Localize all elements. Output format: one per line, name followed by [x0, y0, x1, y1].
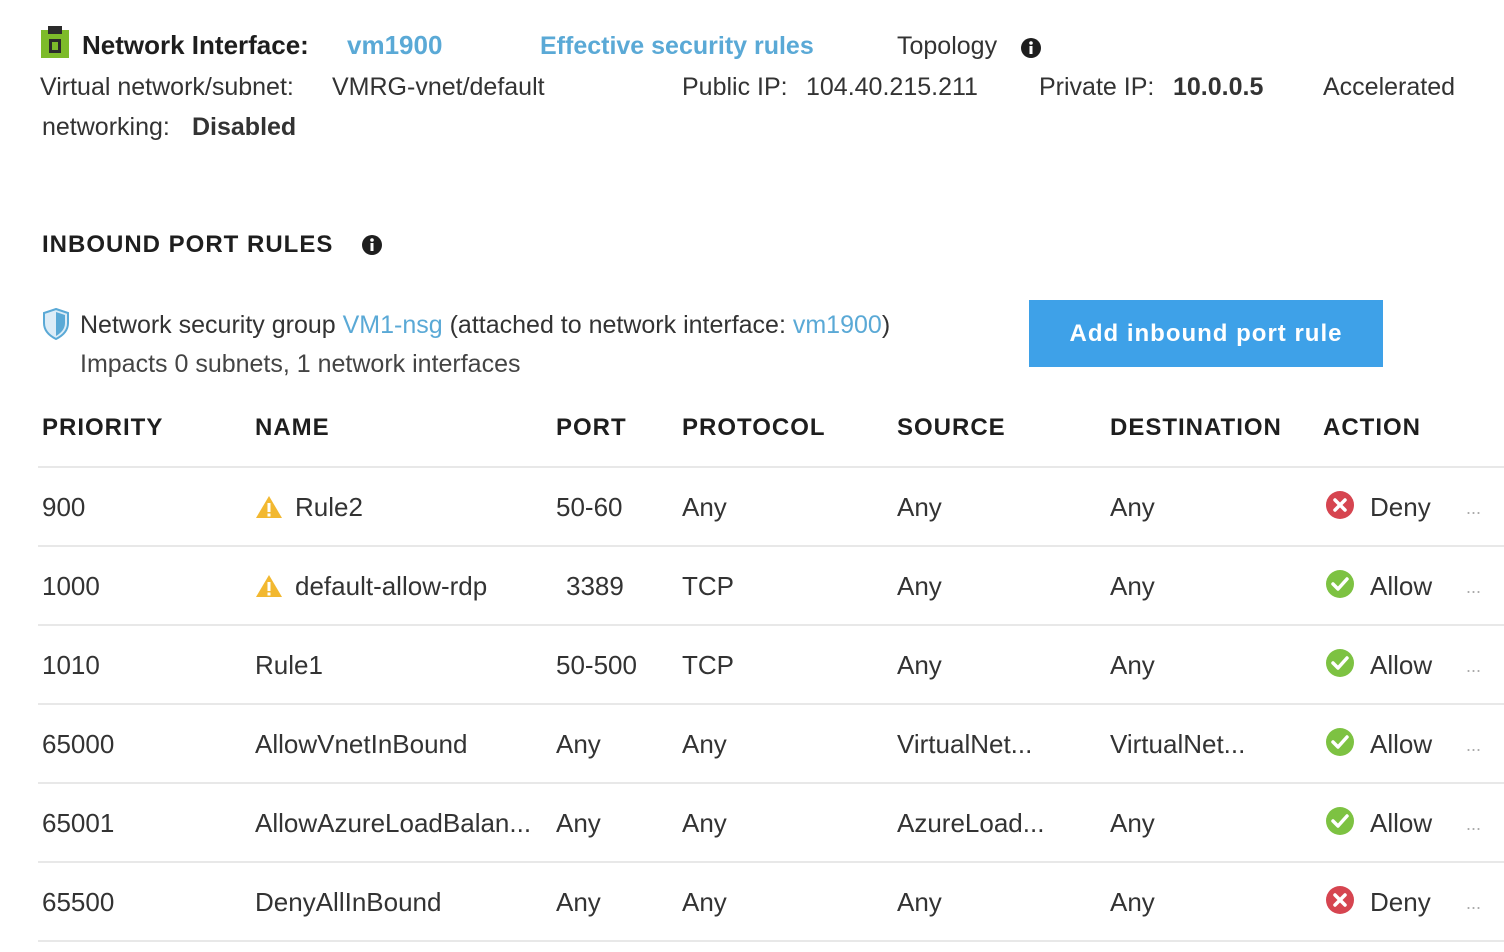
cell-port: 50-60	[556, 492, 623, 522]
cell-source: VirtualNet...	[897, 729, 1033, 759]
cell-priority: 65500	[42, 887, 115, 917]
cell-name: DenyAllInBound	[255, 887, 442, 917]
cell-protocol: Any	[682, 492, 727, 522]
ellipsis-icon[interactable]: ...	[1466, 893, 1481, 914]
vnet-label: Virtual network/subnet:	[40, 73, 294, 101]
private-ip-value: 10.0.0.5	[1173, 73, 1264, 101]
nsg-nic-link[interactable]: vm1900	[793, 311, 882, 339]
cell-port: Any	[556, 729, 601, 759]
column-header-source: SOURCE	[897, 414, 1006, 441]
nsg-link[interactable]: VM1-nsg	[343, 311, 443, 339]
cell-port: Any	[556, 808, 601, 838]
section-title: INBOUND PORT RULES	[42, 231, 334, 258]
x-circle-icon	[1326, 886, 1354, 914]
check-circle-icon	[1326, 649, 1354, 677]
vm-name-link[interactable]: vm1900	[347, 30, 442, 61]
cell-protocol: TCP	[682, 571, 734, 601]
cell-protocol: Any	[682, 808, 727, 838]
ellipsis-icon[interactable]: ...	[1466, 498, 1481, 519]
network-interface-icon	[41, 26, 69, 58]
cell-name: AllowVnetInBound	[255, 729, 468, 759]
warning-icon	[256, 496, 282, 518]
cell-priority: 65001	[42, 808, 115, 838]
cell-priority: 1000	[42, 571, 100, 601]
cell-protocol: Any	[682, 729, 727, 759]
cell-name: AllowAzureLoadBalan...	[255, 808, 532, 838]
cell-action: Allow	[1370, 729, 1433, 759]
cell-name: default-allow-rdp	[295, 571, 488, 601]
cell-priority: 65000	[42, 729, 115, 759]
column-header-name: NAME	[255, 414, 330, 441]
ellipsis-icon[interactable]: ...	[1466, 814, 1481, 835]
nsg-description: Network security group VM1-nsg (attached…	[80, 311, 890, 340]
cell-source: Any	[897, 650, 942, 680]
accelerated-networking-value: Disabled	[192, 113, 297, 141]
cell-destination: Any	[1110, 808, 1155, 838]
row-divider	[38, 940, 1504, 942]
check-circle-icon	[1326, 807, 1354, 835]
cell-action: Allow	[1370, 650, 1433, 680]
cell-protocol: Any	[682, 887, 727, 917]
cell-destination: Any	[1110, 492, 1155, 522]
column-header-priority: PRIORITY	[42, 414, 164, 441]
cell-name: Rule1	[255, 650, 323, 680]
cell-source: Any	[897, 887, 942, 917]
cell-action: Deny	[1370, 492, 1431, 522]
cell-destination: Any	[1110, 571, 1155, 601]
topology-link[interactable]: Topology	[897, 32, 997, 61]
private-ip-label: Private IP:	[1039, 73, 1155, 101]
column-header-protocol: PROTOCOL	[682, 414, 826, 441]
cell-destination: Any	[1110, 887, 1155, 917]
x-circle-icon	[1326, 491, 1354, 519]
public-ip-link[interactable]: 104.40.215.211	[806, 73, 978, 102]
info-icon[interactable]	[1021, 38, 1041, 58]
page-title: Network Interface:	[82, 30, 309, 60]
column-header-action: ACTION	[1323, 414, 1421, 441]
vnet-link[interactable]: VMRG-vnet/default	[332, 73, 545, 102]
column-header-destination: DESTINATION	[1110, 414, 1282, 441]
cell-source: Any	[897, 571, 942, 601]
cell-port: 3389	[566, 571, 624, 601]
nsg-impacts-text: Impacts 0 subnets, 1 network interfaces	[80, 350, 521, 378]
shield-icon	[43, 308, 69, 340]
warning-icon	[256, 575, 282, 597]
ellipsis-icon[interactable]: ...	[1466, 577, 1481, 598]
cell-port: 50-500	[556, 650, 637, 680]
nsg-attached-text: (attached to network interface:	[449, 311, 786, 339]
nsg-prefix: Network security group	[80, 311, 336, 339]
cell-action: Allow	[1370, 808, 1433, 838]
networking-label: networking:	[42, 113, 170, 141]
cell-action: Deny	[1370, 887, 1431, 917]
public-ip-label: Public IP:	[682, 73, 788, 101]
effective-security-rules-link[interactable]: Effective security rules	[540, 32, 814, 61]
check-circle-icon	[1326, 728, 1354, 756]
cell-action: Allow	[1370, 571, 1433, 601]
topology-label: Topology	[897, 32, 998, 60]
cell-priority: 900	[42, 492, 86, 522]
ellipsis-icon[interactable]: ...	[1466, 656, 1481, 677]
ellipsis-icon[interactable]: ...	[1466, 735, 1481, 756]
cell-protocol: TCP	[682, 650, 734, 680]
cell-destination: Any	[1110, 650, 1155, 680]
cell-destination: VirtualNet...	[1110, 729, 1246, 759]
column-header-port: PORT	[556, 414, 627, 441]
info-icon[interactable]	[362, 235, 382, 255]
check-circle-icon	[1326, 570, 1354, 598]
cell-source: Any	[897, 492, 942, 522]
accelerated-label: Accelerated	[1323, 73, 1456, 101]
cell-source: AzureLoad...	[897, 808, 1045, 838]
nsg-close-paren: )	[881, 311, 891, 339]
cell-port: Any	[556, 887, 601, 917]
add-inbound-port-rule-button[interactable]: Add inbound port rule	[1029, 300, 1383, 367]
cell-name: Rule2	[295, 492, 363, 522]
cell-priority: 1010	[42, 650, 100, 680]
